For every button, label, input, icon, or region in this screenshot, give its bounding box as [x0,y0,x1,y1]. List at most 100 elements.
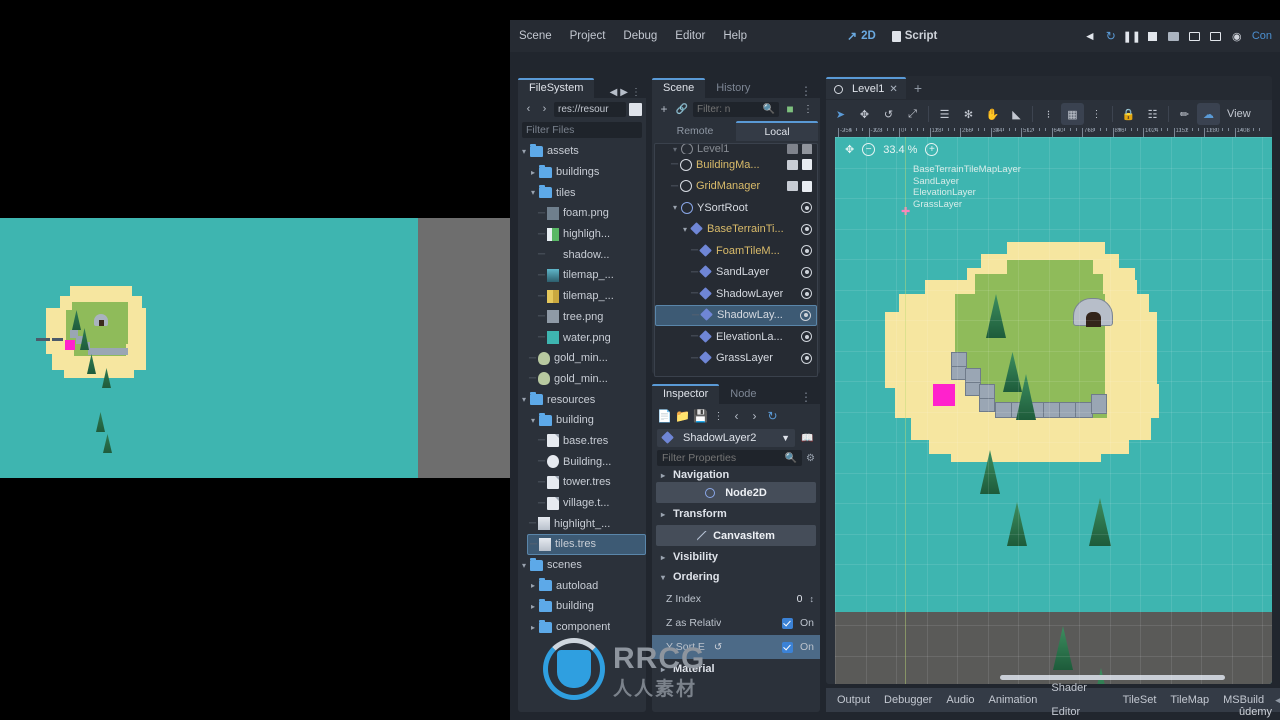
property-category[interactable]: ▸ Visibility [652,547,820,567]
property-category[interactable]: ▸ Transform [652,504,820,524]
menu-scene[interactable]: Scene [510,20,561,52]
chevron-down-icon[interactable]: ▼ [781,433,790,443]
movie-stop-icon[interactable] [1206,25,1226,47]
list-select-icon[interactable]: ☰ [933,103,956,125]
mode-script-button[interactable]: Script [885,27,945,45]
bottom-dock-debugger[interactable]: Debugger [877,688,939,712]
filesystem-item[interactable]: ▾ building [527,410,646,431]
filter-properties-box[interactable]: 🔍 [657,450,803,466]
filesystem-item-selected[interactable]: ─ tiles.tres [527,534,646,555]
filesystem-item[interactable]: ─ highligh... [536,224,646,245]
property-row[interactable]: Z Index 0 ↕ [652,587,820,611]
open-docs-icon[interactable]: 📖 [800,430,815,446]
visibility-eye-icon[interactable] [801,352,812,364]
tab-history[interactable]: History [705,79,761,98]
scene-node[interactable]: ─ ShadowLayer [655,283,817,305]
kebab-menu-icon[interactable]: ⋮ [801,101,815,117]
chevron-right-icon[interactable]: ▸ [527,581,539,590]
script-icon[interactable] [802,144,812,154]
snap-options-icon[interactable]: ⋮ [1085,103,1108,125]
create-script-icon[interactable]: ■ [783,101,797,117]
bottom-dock-audio[interactable]: Audio [939,688,981,712]
visibility-eye-icon[interactable] [801,245,812,257]
pause-icon[interactable]: ❚❚ [1122,25,1142,47]
animation-icon[interactable] [787,144,798,154]
filesystem-item[interactable]: ─ shadow... [536,244,646,265]
script-icon[interactable] [802,180,812,192]
bottom-dock-tilemap[interactable]: TileMap [1163,688,1216,712]
remote-debug-icon[interactable]: ◉ [1227,25,1247,47]
filesystem-item[interactable]: ▾ assets [518,141,646,162]
filesystem-item[interactable]: ─ water.png [536,327,646,348]
chevron-down-icon[interactable]: ▾ [527,416,539,425]
tab-scene[interactable]: Scene [652,78,706,98]
chevron-right-icon[interactable]: ▸ [657,665,669,674]
skeleton-icon[interactable]: ✏ [1173,103,1196,125]
spinner-icon[interactable]: ↕ [810,594,815,604]
menu-editor[interactable]: Editor [666,20,714,52]
chevron-down-icon[interactable]: ▾ [669,203,681,212]
tab-inspector[interactable]: Inspector [652,384,720,404]
zoom-level-label[interactable]: 33.4 % [883,144,917,156]
chevron-down-icon[interactable]: ▾ [518,395,530,404]
bottom-dock-output[interactable]: Output [830,688,877,712]
lock-icon[interactable]: 🔒 [1117,103,1140,125]
new-resource-icon[interactable]: 📄 [657,408,672,424]
filesystem-item[interactable]: ─ tree.png [536,307,646,328]
history-back-icon[interactable]: ◀ [610,87,618,98]
center-view-icon[interactable]: ✥ [845,143,854,156]
property-value[interactable]: On [781,641,814,653]
scene-node[interactable]: ─ SandLayer [655,262,817,284]
plus-icon[interactable]: + [657,101,671,117]
animation-icon[interactable] [787,159,798,170]
run-current-scene-icon[interactable] [1164,25,1184,47]
filesystem-item[interactable]: ─ foam.png [536,203,646,224]
snap-toggle-icon[interactable]: ⁝ [1037,103,1060,125]
move-mode-icon[interactable]: ✥ [853,103,876,125]
history-forward-icon[interactable]: ▶ [620,87,628,98]
scene-canvas[interactable]: ✚ ✥ − 33.4 % + BaseTerrainTileMapLayer S… [835,137,1272,684]
scene-filter-box[interactable]: 🔍 [693,101,779,117]
revert-icon[interactable]: ↺ [714,642,722,653]
scale-mode-icon[interactable]: ⤢ [901,103,924,125]
tab-node[interactable]: Node [719,385,767,404]
filter-files-input[interactable] [526,124,661,136]
filesystem-item[interactable]: ▸ buildings [527,162,646,183]
filesystem-item[interactable]: ▸ building [527,596,646,617]
preview-icon[interactable]: ☁ [1197,103,1220,125]
path-field[interactable]: res://resour [554,101,626,117]
selected-node-box[interactable]: ShadowLayer2 ▼ [657,429,795,447]
chevron-right-icon[interactable]: ▸ [527,168,539,177]
property-category[interactable]: ▸ Navigation [652,469,820,481]
filesystem-item[interactable]: ▾ resources [518,389,646,410]
property-category[interactable]: ▾ Ordering [652,567,820,587]
scene-node[interactable]: ─ ElevationLa... [655,326,817,348]
visibility-eye-icon[interactable] [800,309,811,321]
filesystem-tree[interactable]: ▾ assets ▸ buildings ▾ tiles ─ foam.png ─ highlig… [518,141,646,697]
bottom-dock-shader-editor[interactable]: Shader Editor [1044,676,1115,720]
inspector-property-list[interactable]: ▸ Navigation Node2D ▸ Transform CanvasItem ▸ Vi… [652,469,820,679]
menu-help[interactable]: Help [714,20,756,52]
chevron-down-icon[interactable]: ▾ [527,188,539,197]
kebab-menu-icon[interactable]: ⋮ [793,390,820,404]
object-tools-icon[interactable]: ⚙ [806,453,815,464]
filesystem-item[interactable]: ─ tilemap_... [536,265,646,286]
filesystem-item[interactable]: ▸ autoload [527,575,646,596]
scene-node-tree[interactable]: ▾ Level1 ─ BuildingMa... ─ GridManager ▾ YSortR… [654,143,818,377]
bottom-dock-tileset[interactable]: TileSet [1116,688,1164,712]
visibility-eye-icon[interactable] [801,202,812,214]
pan-mode-icon[interactable]: ✋ [981,103,1004,125]
stop-icon[interactable] [1143,25,1163,47]
scene-node[interactable]: ▾ Level1 [655,144,817,154]
visibility-eye-icon[interactable] [801,331,812,343]
scene-node[interactable]: ─ GridManager [655,176,817,198]
filesystem-item[interactable]: ─ gold_min... [527,348,646,369]
group-icon[interactable]: ☷ [1141,103,1164,125]
filesystem-item[interactable]: ▾ scenes [518,555,646,576]
movie-record-icon[interactable] [1185,25,1205,47]
expand-bottom-dock-icon[interactable]: ◀ [1271,695,1280,706]
select-mode-icon[interactable]: ➤ [829,103,852,125]
chevron-right-icon[interactable]: ▸ [657,471,669,480]
scene-tab-level1[interactable]: Level1 ✕ [826,77,906,99]
reload-icon[interactable]: ↻ [1101,25,1121,47]
